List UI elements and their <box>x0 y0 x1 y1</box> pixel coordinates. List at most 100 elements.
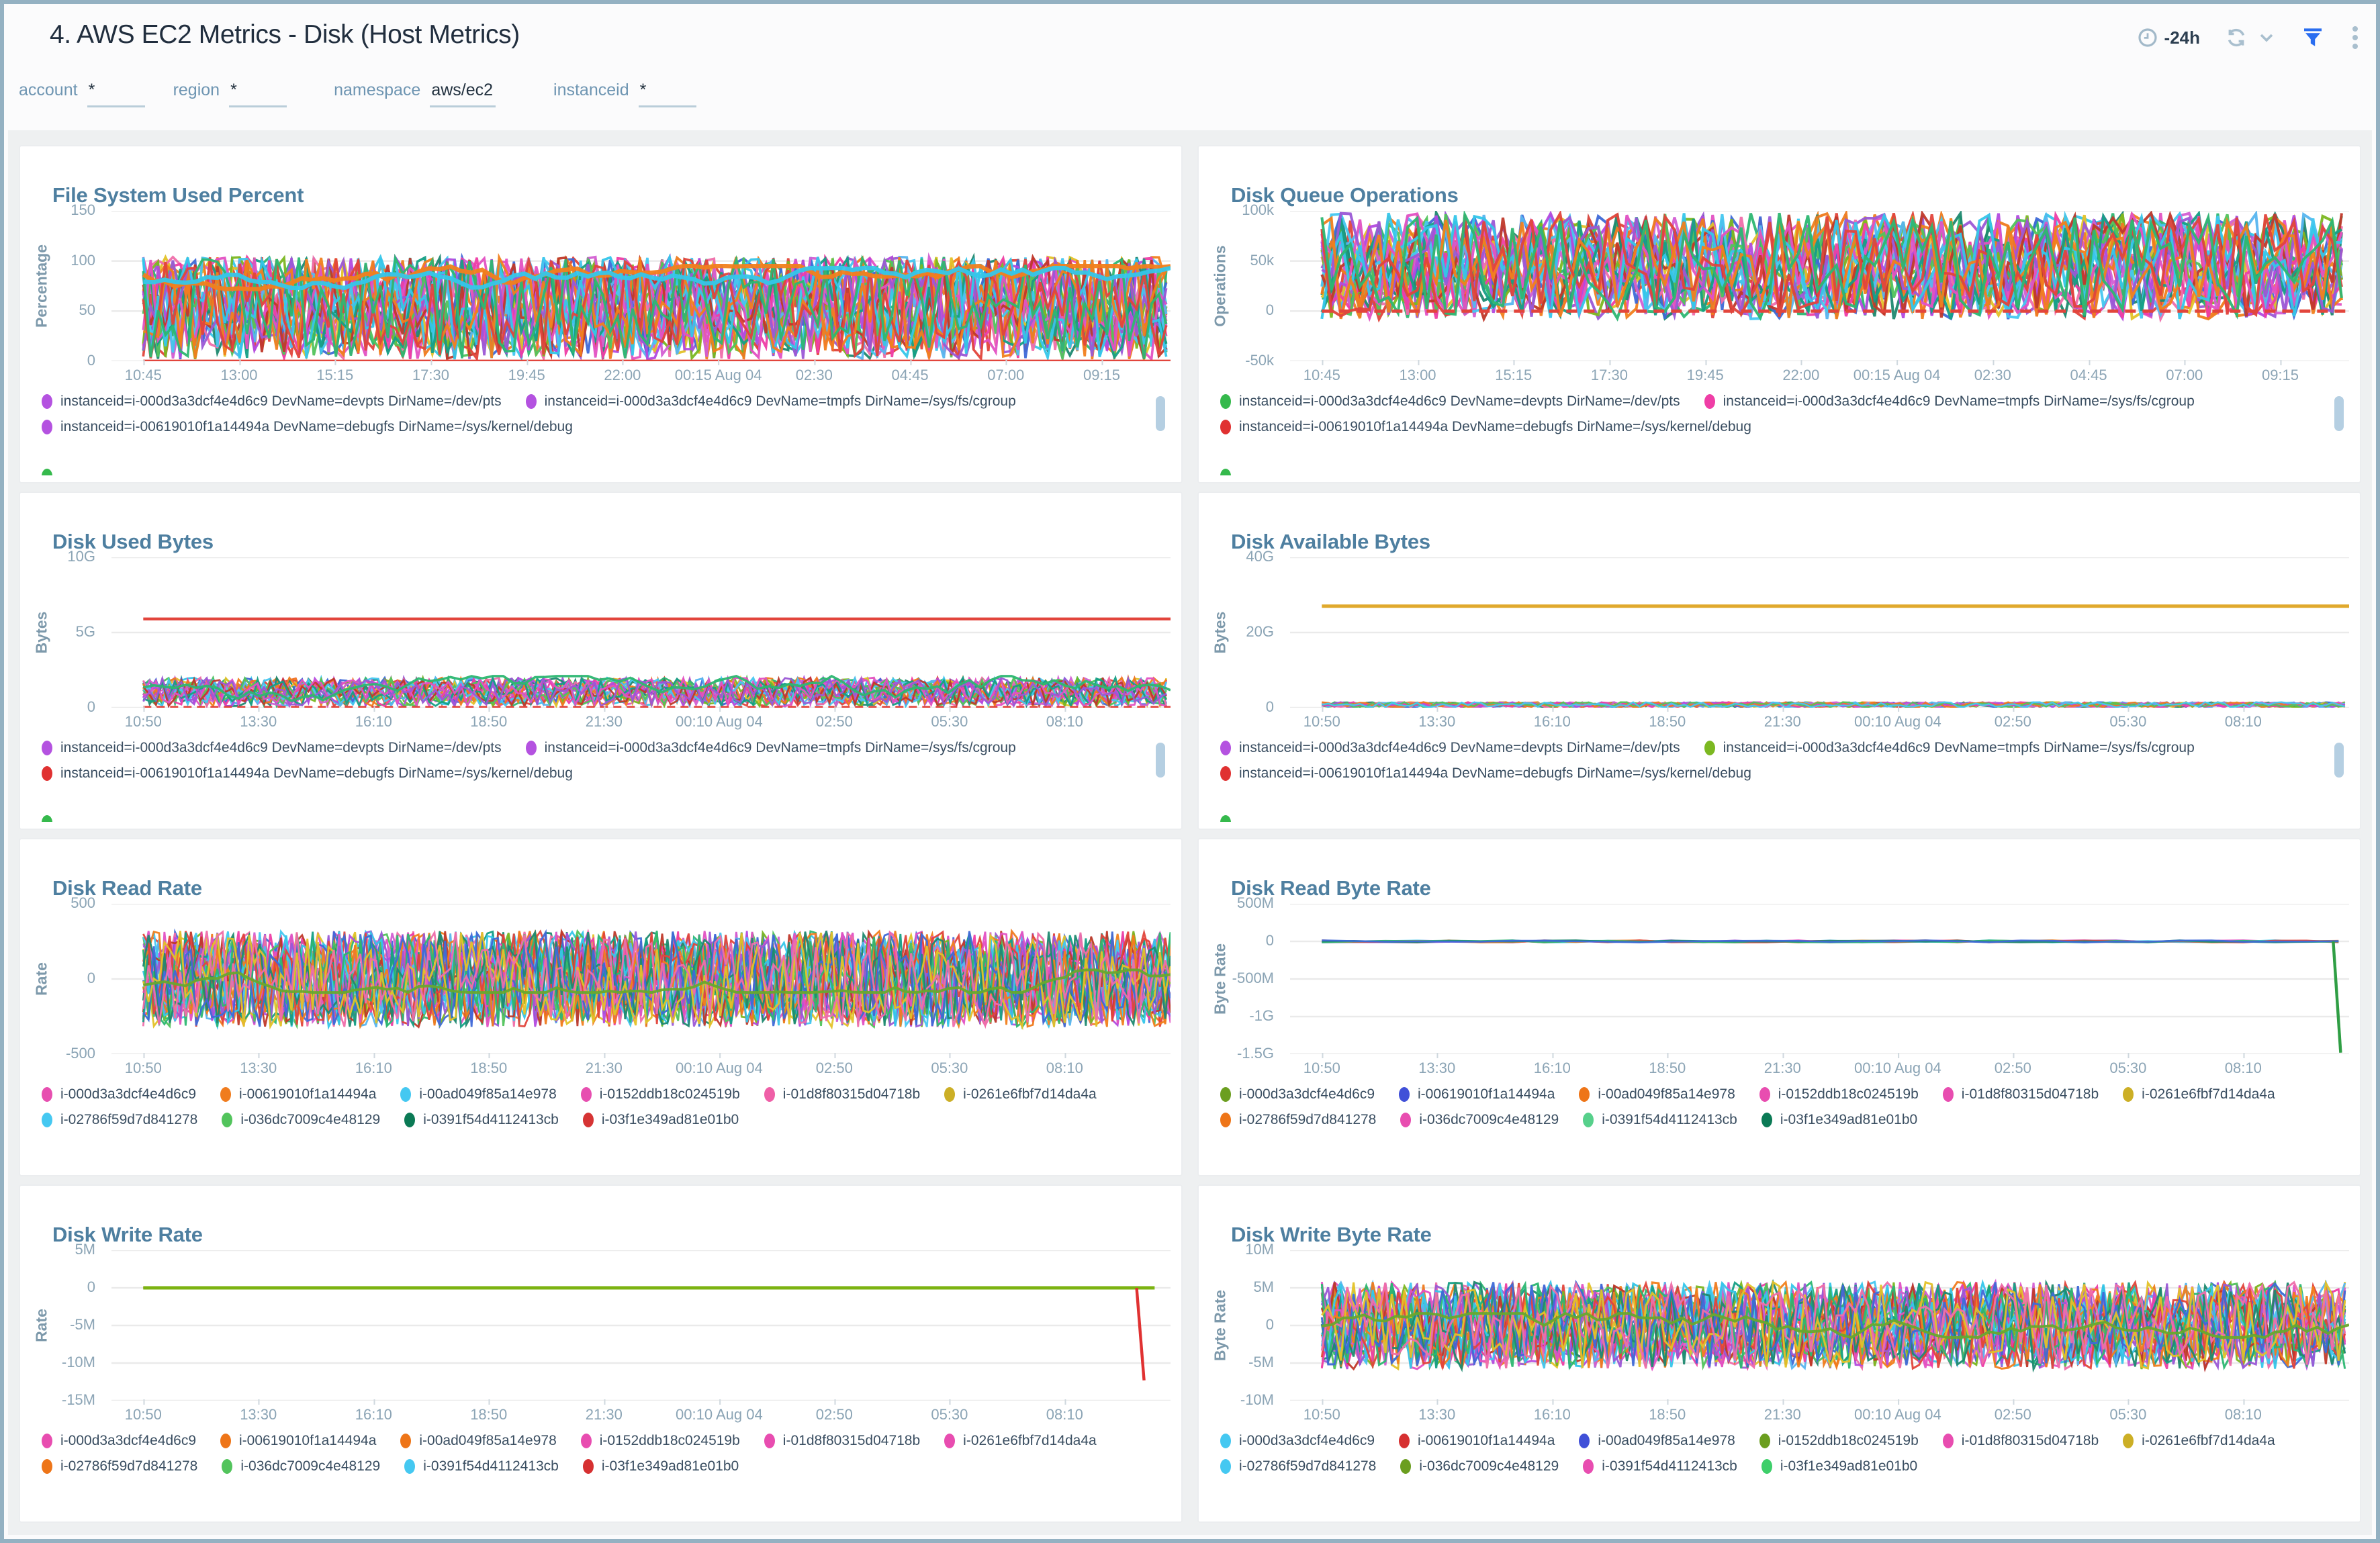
legend-item[interactable]: i-036dc7009c4e48129 <box>1400 1458 1559 1475</box>
legend-item[interactable]: instanceid=i-000d3a3dcf4e4d6c9 DevName=t… <box>1704 740 2195 756</box>
legend-item[interactable]: i-01d8f80315d04718b <box>1942 1433 2099 1449</box>
legend-item[interactable]: i-0152ddb18c024519b <box>580 1086 740 1103</box>
legend-item[interactable]: i-036dc7009c4e48129 <box>222 1112 380 1128</box>
legend-label: i-000d3a3dcf4e4d6c9 <box>60 1433 197 1448</box>
chart-plot[interactable] <box>1290 1250 2349 1401</box>
legend-color-dot <box>582 1459 594 1474</box>
legend-item[interactable]: i-02786f59d7d841278 <box>42 1458 197 1475</box>
legend-item[interactable]: i-03f1e349ad81e01b0 <box>582 1112 739 1128</box>
legend-label: i-0261e6fbf7d14da4a <box>2142 1086 2275 1102</box>
legend-item[interactable]: i-000d3a3dcf4e4d6c9 <box>1220 1086 1375 1103</box>
legend-item[interactable]: i-00ad049f85a14e978 <box>400 1433 557 1449</box>
legend-item[interactable]: i-0391f54d4112413cb <box>404 1112 559 1128</box>
chart-plot[interactable] <box>1290 557 2349 708</box>
x-tick-label: 02:50 <box>1994 706 2031 730</box>
filter-value-input[interactable]: * <box>638 81 696 107</box>
legend-item[interactable]: i-01d8f80315d04718b <box>1942 1086 2099 1103</box>
x-tick-label: 09:15 <box>2261 360 2299 383</box>
legend-item[interactable]: instanceid=i-000d3a3dcf4e4d6c9 DevName=d… <box>42 740 502 756</box>
chart-plot[interactable] <box>1290 211 2349 361</box>
legend-item[interactable]: i-0152ddb18c024519b <box>580 1433 740 1449</box>
legend-item[interactable]: i-03f1e349ad81e01b0 <box>1761 1458 1917 1475</box>
legend-item[interactable]: i-0261e6fbf7d14da4a <box>944 1086 1097 1103</box>
filter-value-input[interactable]: aws/ec2 <box>430 81 496 107</box>
legend-scrollbar-thumb[interactable] <box>1156 743 1165 778</box>
legend-item[interactable]: i-00ad049f85a14e978 <box>400 1086 557 1103</box>
legend-item[interactable]: i-000d3a3dcf4e4d6c9 <box>42 1086 196 1103</box>
legend-item[interactable]: i-01d8f80315d04718b <box>764 1086 920 1103</box>
chart-plot[interactable] <box>111 211 1171 361</box>
legend-item[interactable]: i-036dc7009c4e48129 <box>222 1458 380 1475</box>
legend-item[interactable]: i-000d3a3dcf4e4d6c9 <box>1220 1433 1375 1449</box>
legend-item[interactable]: i-00ad049f85a14e978 <box>1579 1433 1735 1449</box>
time-range-button[interactable]: -24h <box>2138 28 2200 48</box>
x-tick-label: 05:30 <box>931 706 968 730</box>
legend-item[interactable]: i-036dc7009c4e48129 <box>1400 1112 1559 1128</box>
x-tick-label: 10:50 <box>1303 1399 1340 1423</box>
legend-item[interactable]: i-00619010f1a14494a <box>1399 1086 1555 1103</box>
legend-item[interactable]: i-00ad049f85a14e978 <box>1579 1086 1735 1103</box>
legend-item[interactable]: i-0261e6fbf7d14da4a <box>2123 1086 2275 1103</box>
legend-item[interactable]: instanceid=i-000d3a3dcf4e4d6c9 DevName=t… <box>1704 393 2195 410</box>
filter-value-input[interactable]: * <box>229 81 287 107</box>
legend-item[interactable]: i-0391f54d4112413cb <box>404 1458 559 1475</box>
legend-item[interactable]: instanceid=i-00619010f1a14494a DevName=d… <box>1220 765 1751 782</box>
legend-item[interactable]: i-02786f59d7d841278 <box>1220 1112 1376 1128</box>
x-tick-label: 02:30 <box>1974 360 2011 383</box>
legend-item[interactable]: i-00619010f1a14494a <box>220 1433 376 1449</box>
kebab-menu-icon[interactable] <box>2352 26 2359 50</box>
legend-item[interactable]: i-01d8f80315d04718b <box>764 1433 920 1449</box>
time-range-label: -24h <box>2164 27 2200 48</box>
x-tick-label: 13:00 <box>220 360 258 383</box>
chart-plot[interactable] <box>1290 904 2349 1054</box>
legend-color-dot <box>42 420 52 434</box>
y-tick-label: 0 <box>1265 698 1274 715</box>
x-tick-label: 21:30 <box>585 1399 623 1423</box>
legend-item[interactable]: i-0261e6fbf7d14da4a <box>944 1433 1097 1449</box>
refresh-button[interactable] <box>2226 27 2247 48</box>
legend-item[interactable]: i-00619010f1a14494a <box>1399 1433 1555 1449</box>
legend-item[interactable]: i-0391f54d4112413cb <box>1583 1112 1737 1128</box>
legend-scrollbar-thumb[interactable] <box>2334 396 2344 431</box>
legend-scrollbar-thumb[interactable] <box>2334 743 2344 778</box>
legend-item[interactable]: instanceid=i-00619010f1a14494a DevName=d… <box>42 765 573 782</box>
legend-label: i-00ad049f85a14e978 <box>419 1433 557 1448</box>
legend-item[interactable]: i-000d3a3dcf4e4d6c9 <box>42 1433 196 1449</box>
x-tick-label: 10:50 <box>124 706 162 730</box>
filter-icon[interactable] <box>2302 27 2324 48</box>
legend-label: instanceid=i-000d3a3dcf4e4d6c9 DevName=t… <box>544 393 1016 409</box>
legend-item[interactable]: instanceid=i-000d3a3dcf4e4d6c9 DevName=d… <box>1220 740 1680 756</box>
legend-item[interactable]: instanceid=i-00619010f1a14494a DevName=d… <box>1220 419 1751 435</box>
x-tick-label: 13:30 <box>1418 706 1456 730</box>
x-tick-label: 22:00 <box>604 360 641 383</box>
legend-item[interactable]: i-00619010f1a14494a <box>220 1086 376 1103</box>
legend-label: i-03f1e349ad81e01b0 <box>601 1458 739 1474</box>
legend-item[interactable]: i-03f1e349ad81e01b0 <box>582 1458 739 1475</box>
chart-plot[interactable] <box>111 557 1171 708</box>
chart-plot[interactable] <box>111 1250 1171 1401</box>
x-tick-label: 16:10 <box>1533 706 1571 730</box>
legend-item[interactable]: i-02786f59d7d841278 <box>1220 1458 1376 1475</box>
legend-label: i-0152ddb18c024519b <box>1778 1086 1919 1102</box>
legend-label: i-0261e6fbf7d14da4a <box>963 1086 1097 1102</box>
filter-value-input[interactable]: * <box>87 81 145 107</box>
chart-plot[interactable] <box>111 904 1171 1054</box>
legend-item[interactable]: i-0261e6fbf7d14da4a <box>2123 1433 2275 1449</box>
legend-label: i-00619010f1a14494a <box>1418 1433 1555 1448</box>
y-tick-labels: 500 0 -500 <box>20 894 103 1062</box>
legend-label: i-00ad049f85a14e978 <box>1598 1086 1735 1102</box>
legend-item[interactable]: i-0391f54d4112413cb <box>1583 1458 1737 1475</box>
legend-item[interactable]: i-03f1e349ad81e01b0 <box>1761 1112 1917 1128</box>
y-tick-labels: 150 100 50 0 <box>20 201 103 369</box>
legend-item[interactable]: i-0152ddb18c024519b <box>1759 1086 1919 1103</box>
x-tick-label: 21:30 <box>585 1053 623 1076</box>
legend-item[interactable]: instanceid=i-000d3a3dcf4e4d6c9 DevName=t… <box>525 393 1016 410</box>
legend-item[interactable]: i-02786f59d7d841278 <box>42 1112 197 1128</box>
refresh-options-chevron-icon[interactable] <box>2259 32 2274 43</box>
legend-item[interactable]: instanceid=i-00619010f1a14494a DevName=d… <box>42 419 573 435</box>
legend-scrollbar-thumb[interactable] <box>1156 396 1165 431</box>
legend-item[interactable]: instanceid=i-000d3a3dcf4e4d6c9 DevName=t… <box>525 740 1016 756</box>
legend-item[interactable]: instanceid=i-000d3a3dcf4e4d6c9 DevName=d… <box>42 393 502 410</box>
legend-item[interactable]: instanceid=i-000d3a3dcf4e4d6c9 DevName=d… <box>1220 393 1680 410</box>
legend-item[interactable]: i-0152ddb18c024519b <box>1759 1433 1919 1449</box>
